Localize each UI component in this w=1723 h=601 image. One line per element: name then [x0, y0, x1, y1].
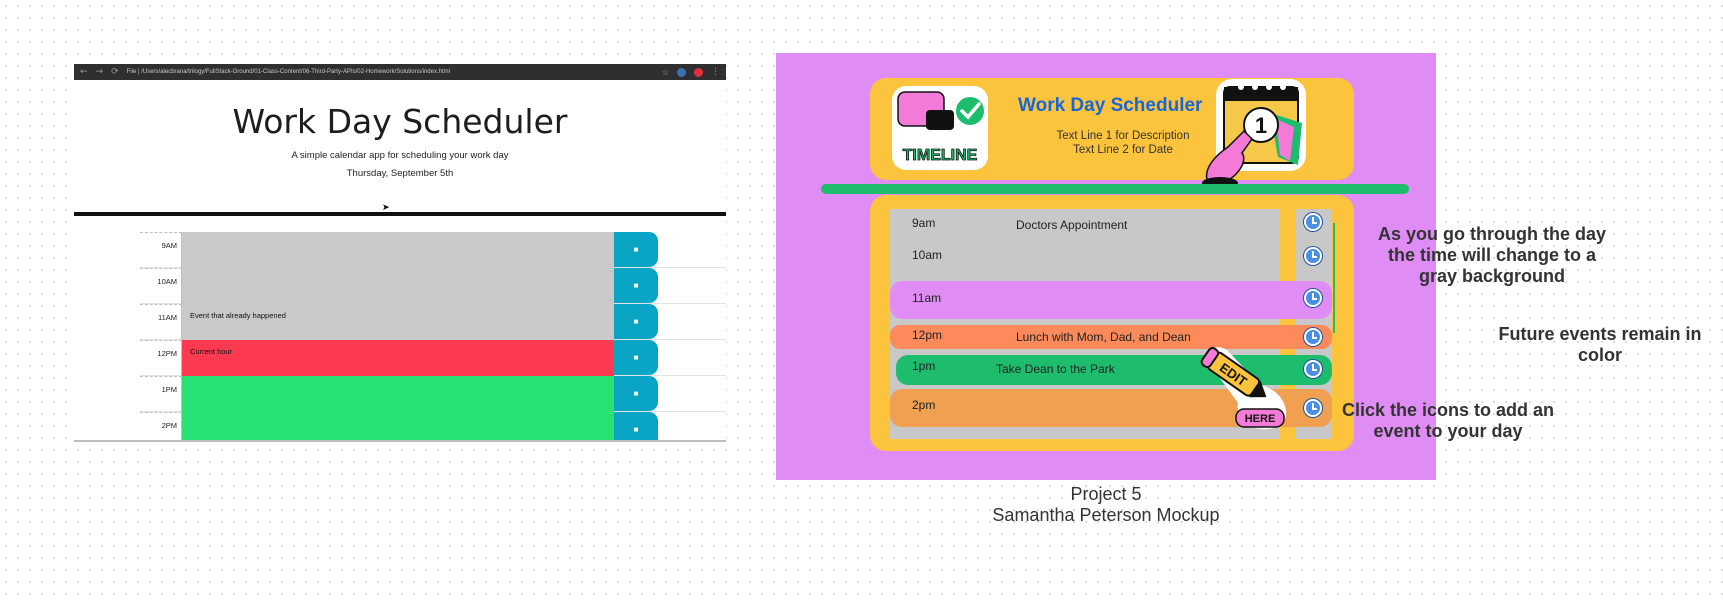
clock-icon[interactable] [1304, 247, 1322, 265]
hour-label: 1PM [140, 376, 182, 412]
clock-icon[interactable] [1304, 360, 1322, 378]
mockup-time-label: 9am [912, 216, 936, 230]
event-textarea[interactable] [182, 376, 614, 412]
current-date: Thursday, September 5th [346, 168, 454, 179]
save-button[interactable]: ■ [614, 304, 658, 339]
mockup-description-line: Text Line 1 for Description [1056, 130, 1190, 142]
future-events-note: Future events remain in color [1498, 324, 1702, 365]
event-textarea[interactable] [182, 232, 614, 268]
mockup-row: 9am Doctors Appointment [890, 209, 1280, 239]
time-block-row: 2PM ■ [140, 412, 726, 442]
event-textarea[interactable] [182, 412, 614, 442]
hour-label: 11AM [140, 304, 182, 340]
event-textarea[interactable]: Event that already happened [182, 304, 614, 340]
mockup-event-text[interactable]: Doctors Appointment [1016, 218, 1127, 232]
time-block-list: 9AM ■ 10AM ■ 11AM Event that already hap… [140, 232, 726, 442]
event-textarea[interactable]: Current hour [182, 340, 614, 376]
back-icon[interactable]: ← [80, 64, 88, 80]
mockup-author: Samantha Peterson Mockup [992, 505, 1220, 525]
clock-icon[interactable] [1304, 328, 1322, 346]
page-subtitle: A simple calendar app for scheduling you… [291, 150, 509, 161]
gray-background-note: As you go through the day the time will … [1378, 224, 1606, 286]
save-button[interactable]: ■ [614, 232, 658, 267]
mockup-time-label: 10am [912, 248, 943, 262]
mockup-row: 10am [890, 241, 1280, 271]
mockup-date-line: Text Line 2 for Date [1073, 144, 1173, 156]
event-textarea[interactable] [182, 268, 614, 304]
svg-text:HERE: HERE [1245, 413, 1276, 425]
progress-line [1333, 223, 1335, 333]
hour-label: 10AM [140, 268, 182, 304]
menu-kebab-icon[interactable]: ⋮ [711, 64, 720, 80]
mockup-row: 11am [890, 281, 1332, 319]
time-block-row: 1PM ■ [140, 376, 726, 412]
save-button[interactable]: ■ [614, 412, 658, 442]
edit-here-sticker: EDIT HERE [1200, 347, 1287, 430]
save-button[interactable]: ■ [614, 376, 658, 411]
svg-text:1: 1 [1255, 113, 1267, 138]
project-number: Project 5 [1070, 484, 1142, 504]
time-block-row: 10AM ■ [140, 268, 726, 304]
profile-icon[interactable] [694, 67, 703, 77]
screenshot-bottom-border [74, 440, 726, 442]
forward-icon[interactable]: → [96, 64, 104, 80]
click-icons-note: Click the icons to add an event to your … [1341, 400, 1555, 441]
page-title: Work Day Scheduler [232, 102, 568, 141]
time-block-row: 12PM Current hour ■ [140, 340, 726, 376]
browser-toolbar: ← → ⟳ File | /Users/alecbrana/trilogy/Fu… [74, 64, 726, 80]
timeline-sticker: TIMELINE [892, 86, 988, 170]
time-block-row: 11AM Event that already happened ■ [140, 304, 726, 340]
mockup-event-text[interactable]: Lunch with Mom, Dad, and Dean [1016, 330, 1191, 344]
mockup-time-label: 2pm [912, 398, 936, 412]
mockup-time-label: 12pm [912, 328, 943, 342]
hour-label: 12PM [140, 340, 182, 376]
bookmark-star-icon[interactable]: ☆ [662, 68, 669, 77]
address-bar[interactable]: File | /Users/alecbrana/trilogy/FullStac… [127, 69, 654, 75]
hour-label: 9AM [140, 232, 182, 268]
mockup-time-label: 1pm [912, 359, 936, 373]
app-screenshot: ← → ⟳ File | /Users/alecbrana/trilogy/Fu… [74, 64, 726, 442]
timeline-sticker-text: TIMELINE [903, 147, 978, 164]
hour-label: 2PM [140, 412, 182, 442]
green-divider-bar [821, 184, 1409, 194]
save-button[interactable]: ■ [614, 340, 658, 375]
check-icon [954, 95, 986, 127]
save-button[interactable]: ■ [614, 268, 658, 303]
clock-icon[interactable] [1304, 213, 1322, 231]
extension-icon[interactable] [677, 67, 686, 77]
mockup-time-label: 11am [912, 291, 942, 305]
time-block-row: 9AM ■ [140, 232, 726, 268]
reload-icon[interactable]: ⟳ [111, 64, 119, 80]
project-caption: Project 5 Samantha Peterson Mockup [906, 484, 1306, 526]
header-divider [74, 212, 726, 216]
calendar-sticker: 1 [1202, 79, 1306, 189]
mockup-event-text[interactable]: Take Dean to the Park [996, 362, 1115, 376]
clock-icon[interactable] [1304, 289, 1322, 307]
mockup-title: Work Day Scheduler [1018, 95, 1203, 116]
